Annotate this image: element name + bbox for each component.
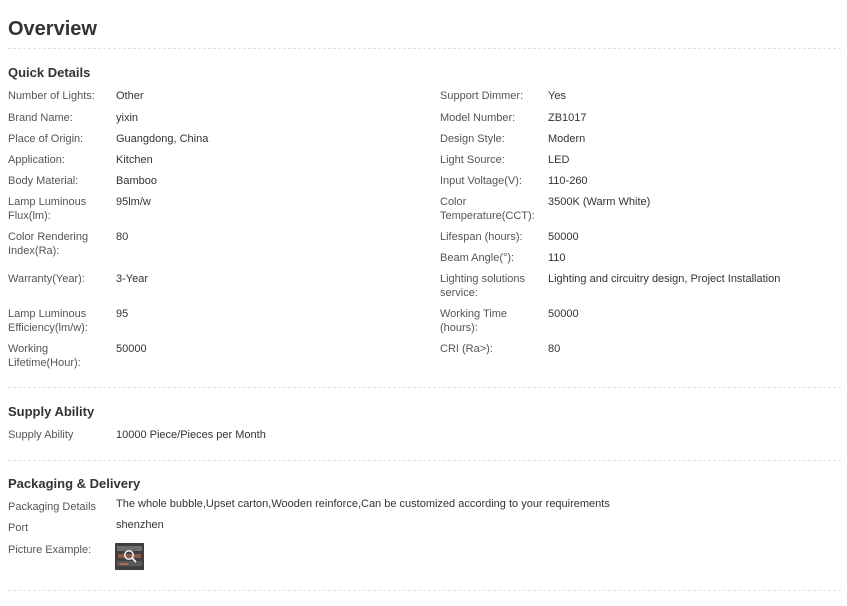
detail-value: 95lm/w — [116, 196, 151, 208]
detail-label: Number of Lights: — [8, 90, 95, 102]
detail-label: Warranty(Year): — [8, 273, 85, 285]
detail-label: Lamp Luminous Flux(lm): — [8, 196, 87, 222]
detail-value: 50000 — [548, 308, 579, 320]
section-title-packaging-delivery: Packaging & Delivery — [8, 476, 141, 491]
detail-value: Kitchen — [116, 154, 153, 166]
detail-label: Design Style: — [440, 133, 505, 145]
detail-label: Application: — [8, 154, 65, 166]
detail-label: Support Dimmer: — [440, 90, 524, 102]
detail-value: Modern — [548, 133, 586, 145]
detail-label: Model Number: — [440, 112, 516, 124]
divider — [8, 590, 841, 591]
detail-value: 50000 — [116, 343, 147, 355]
detail-label: Lighting solutions service: — [440, 273, 526, 299]
detail-label: Lifespan (hours): — [440, 231, 523, 243]
detail-value: 110-260 — [548, 175, 588, 187]
detail-value: 3-Year — [116, 273, 149, 285]
detail-label: CRI (Ra>): — [440, 343, 493, 355]
detail-label: Light Source: — [440, 154, 505, 166]
detail-label: Picture Example: — [8, 544, 92, 556]
detail-value: yixin — [116, 112, 139, 124]
detail-value: 80 — [548, 343, 561, 355]
detail-label: Color Temperature(CCT): — [440, 196, 535, 222]
detail-label: Color Rendering Index(Ra): — [8, 231, 89, 257]
detail-value: Yes — [548, 90, 566, 102]
detail-value: Other — [116, 90, 144, 102]
detail-value: Guangdong, China — [116, 133, 209, 145]
detail-label: Input Voltage(V): — [440, 175, 522, 187]
detail-value: 95 — [116, 308, 129, 320]
divider — [8, 387, 841, 388]
detail-label: Body Material: — [8, 175, 79, 187]
divider — [8, 460, 841, 461]
divider — [8, 48, 841, 49]
detail-label: Lamp Luminous Efficiency(lm/w): — [8, 308, 88, 334]
detail-label: Port — [8, 522, 29, 534]
detail-value: Lighting and circuitry design, Project I… — [548, 273, 781, 285]
detail-value: shenzhen — [116, 519, 164, 531]
detail-value: 10000 Piece/Pieces per Month — [116, 429, 266, 441]
detail-label: Packaging Details — [8, 501, 97, 513]
detail-label: Working Lifetime(Hour): — [8, 343, 81, 369]
detail-label: Beam Angle(°): — [440, 252, 515, 264]
detail-value: ZB1017 — [548, 112, 587, 124]
picture-example-thumbnail[interactable] — [115, 543, 144, 570]
section-title-supply-ability: Supply Ability — [8, 404, 95, 419]
detail-value: 110 — [548, 252, 566, 264]
section-title-quick-details: Quick Details — [8, 65, 91, 80]
detail-label: Supply Ability — [8, 429, 74, 441]
detail-label: Place of Origin: — [8, 133, 84, 145]
page-title: Overview — [8, 18, 97, 40]
detail-value: 80 — [116, 231, 129, 243]
detail-value: LED — [548, 154, 570, 166]
detail-value: 50000 — [548, 231, 579, 243]
detail-label: Working Time (hours): — [440, 308, 508, 334]
detail-value: Bamboo — [116, 175, 157, 187]
detail-value: The whole bubble,Upset carton,Wooden rei… — [116, 498, 610, 510]
detail-value: 3500K (Warm White) — [548, 196, 651, 208]
detail-label: Brand Name: — [8, 112, 73, 124]
